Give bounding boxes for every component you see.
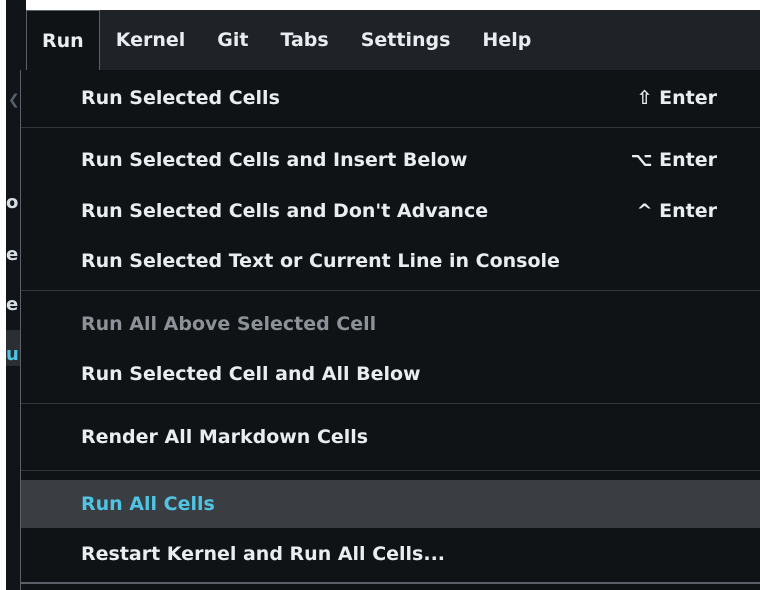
menu-item-shortcut: ⇧ Enter: [636, 87, 717, 109]
menubar-tabs[interactable]: Tabs: [264, 10, 344, 70]
menubar-help[interactable]: Help: [466, 10, 547, 70]
menu-item-run-selected-dont-advance[interactable]: Run Selected Cells and Don't Advance ^ E…: [21, 188, 760, 234]
menu-item-label: Run All Above Selected Cell: [81, 313, 377, 335]
menu-item-run-selected-cells[interactable]: Run Selected Cells ⇧ Enter: [21, 75, 760, 121]
menu-item-label: Run Selected Cells: [81, 87, 280, 109]
menu-item-shortcut: ⌥ Enter: [630, 149, 717, 171]
menu-item-restart-run-all[interactable]: Restart Kernel and Run All Cells...: [21, 531, 760, 577]
menu-item-label: Run Selected Text or Current Line in Con…: [81, 250, 560, 272]
menu-separator: [21, 470, 760, 471]
menu-item-render-markdown[interactable]: Render All Markdown Cells: [21, 414, 760, 460]
menu-item-label: Restart Kernel and Run All Cells...: [81, 543, 446, 565]
menu-separator: [21, 127, 760, 128]
menubar-git[interactable]: Git: [201, 10, 264, 70]
menu-bottom-border: [21, 582, 760, 584]
menu-item-label: Run All Cells: [81, 493, 215, 515]
screen: ❮ o e e u Run Kernel Git Tabs Settings H…: [0, 0, 760, 590]
menu-item-shortcut: ^ Enter: [636, 200, 717, 222]
menubar: Run Kernel Git Tabs Settings Help: [26, 10, 760, 70]
menu-item-run-all-cells[interactable]: Run All Cells: [21, 480, 760, 528]
menu-item-run-selected-text-console[interactable]: Run Selected Text or Current Line in Con…: [21, 238, 760, 284]
menubar-settings[interactable]: Settings: [345, 10, 467, 70]
menubar-kernel[interactable]: Kernel: [100, 10, 202, 70]
run-menu-dropdown: Run Selected Cells ⇧ Enter Run Selected …: [20, 70, 760, 590]
menu-separator: [21, 290, 760, 291]
menu-item-run-all-above: Run All Above Selected Cell: [21, 301, 760, 347]
menu-item-run-cell-and-below[interactable]: Run Selected Cell and All Below: [21, 351, 760, 397]
menu-item-run-selected-insert-below[interactable]: Run Selected Cells and Insert Below ⌥ En…: [21, 137, 760, 183]
menubar-run[interactable]: Run: [26, 10, 100, 70]
menu-item-label: Run Selected Cells and Don't Advance: [81, 200, 489, 222]
menu-item-label: Render All Markdown Cells: [81, 426, 369, 448]
menu-separator: [21, 403, 760, 404]
menu-item-label: Run Selected Cells and Insert Below: [81, 149, 468, 171]
menu-item-label: Run Selected Cell and All Below: [81, 363, 421, 385]
